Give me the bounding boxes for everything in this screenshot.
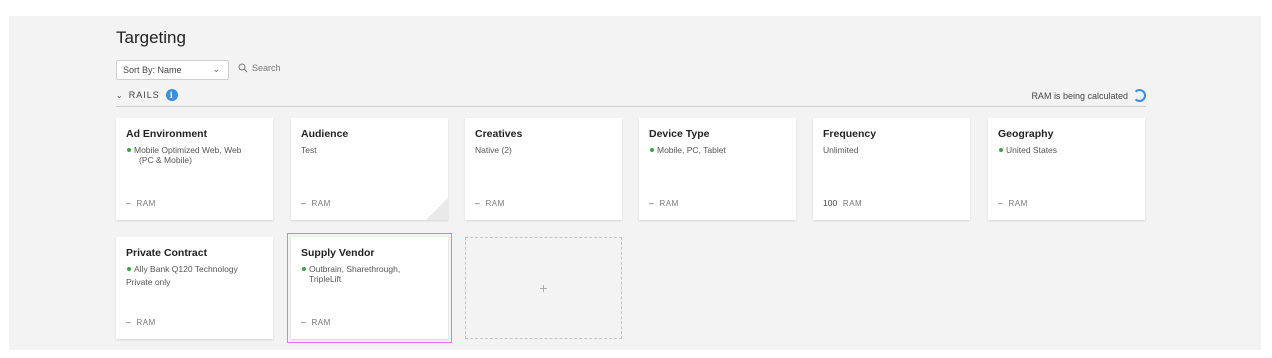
- card-value: Ally Bank Q120 Technology: [126, 264, 263, 274]
- ram-value: –: [649, 198, 654, 208]
- ram-value: –: [301, 198, 306, 208]
- card-value: Unlimited: [823, 145, 859, 155]
- add-rail-button[interactable]: +: [465, 237, 622, 339]
- card-value-continued: TripleLift: [309, 274, 342, 284]
- card-ram: – RAM: [301, 198, 331, 208]
- card-title: Private Contract: [126, 247, 208, 259]
- card-title: Supply Vendor: [301, 247, 375, 259]
- ram-value: –: [301, 317, 306, 327]
- search-placeholder: Search: [252, 63, 281, 73]
- sort-select[interactable]: Sort By: Name ⌄: [116, 60, 229, 80]
- ram-status-text: RAM is being calculated: [1031, 90, 1128, 101]
- rail-card-private-contract[interactable]: Private Contract Ally Bank Q120 Technolo…: [116, 237, 273, 339]
- rail-card-supply-vendor[interactable]: Supply Vendor Outbrain, Sharethrough, Tr…: [287, 233, 452, 343]
- ram-label: RAM: [485, 199, 505, 208]
- card-value: Test: [301, 145, 317, 155]
- card-ram: – RAM: [649, 198, 679, 208]
- card-ram: – RAM: [475, 198, 505, 208]
- card-value: Native (2): [475, 145, 512, 155]
- search-field[interactable]: Search: [238, 63, 281, 73]
- ram-value: –: [126, 317, 131, 327]
- card-title: Frequency: [823, 128, 877, 140]
- card-ram: 100 RAM: [823, 198, 862, 208]
- section-divider: [116, 106, 1146, 107]
- ram-value: –: [475, 198, 480, 208]
- card-title: Ad Environment: [126, 128, 208, 140]
- ram-label: RAM: [311, 199, 331, 208]
- page-title: Targeting: [116, 28, 186, 47]
- plus-icon: +: [539, 280, 548, 296]
- card-title: Device Type: [649, 128, 710, 140]
- card-title: Geography: [998, 128, 1054, 140]
- card-title: Creatives: [475, 128, 523, 140]
- corner-fold-icon: [426, 198, 448, 220]
- card-value: United States: [998, 145, 1135, 155]
- rail-card-frequency[interactable]: Frequency Unlimited 100 RAM: [813, 118, 970, 220]
- loading-spinner-icon: [1133, 89, 1146, 102]
- search-icon: [238, 63, 248, 73]
- card-value-secondary: Private only: [126, 277, 171, 287]
- rail-card-creatives[interactable]: Creatives Native (2) – RAM: [465, 118, 622, 220]
- ram-label: RAM: [842, 199, 863, 208]
- chevron-down-icon: ⌄: [116, 90, 124, 100]
- sort-select-label: Sort By: Name: [123, 65, 182, 75]
- rails-section-toggle[interactable]: ⌄ RAILS i: [116, 89, 178, 101]
- rail-card-audience[interactable]: Audience Test – RAM: [291, 118, 448, 220]
- card-ram: – RAM: [126, 198, 156, 208]
- ram-label: RAM: [136, 318, 156, 327]
- card-value: Outbrain, Sharethrough,: [301, 264, 438, 274]
- card-value: Mobile, PC, Tablet: [649, 145, 786, 155]
- card-title: Audience: [301, 128, 349, 140]
- ram-value: –: [998, 198, 1003, 208]
- card-ram: – RAM: [126, 317, 156, 327]
- card-ram: – RAM: [301, 317, 331, 327]
- rail-card-ad-environment[interactable]: Ad Environment Mobile Optimized Web, Web…: [116, 118, 273, 220]
- rail-card-device-type[interactable]: Device Type Mobile, PC, Tablet – RAM: [639, 118, 796, 220]
- ram-value: –: [126, 198, 131, 208]
- rail-card-geography[interactable]: Geography United States – RAM: [988, 118, 1145, 220]
- ram-status: RAM is being calculated: [1031, 89, 1146, 102]
- info-icon[interactable]: i: [165, 89, 178, 101]
- card-ram: – RAM: [998, 198, 1028, 208]
- ram-label: RAM: [136, 199, 156, 208]
- ram-value: 100: [823, 198, 838, 208]
- ram-label: RAM: [1008, 199, 1028, 208]
- chevron-down-icon: ⌄: [212, 64, 220, 74]
- ram-label: RAM: [659, 199, 679, 208]
- card-value-continued: (PC & Mobile): [139, 155, 192, 165]
- rails-label: RAILS: [128, 90, 160, 100]
- card-value: Mobile Optimized Web, Web: [126, 145, 263, 155]
- ram-label: RAM: [311, 318, 331, 327]
